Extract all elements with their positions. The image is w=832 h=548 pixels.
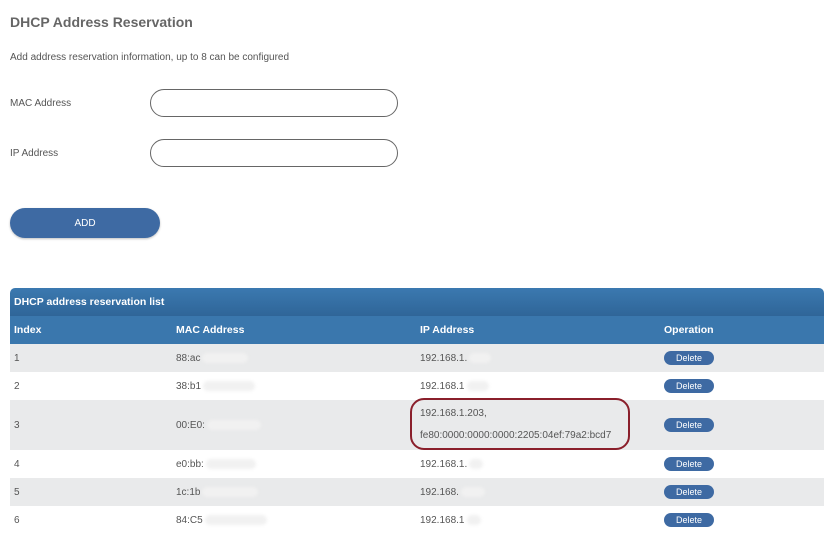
page-title: DHCP Address Reservation bbox=[10, 14, 193, 30]
table-row: 5 1c:1b 192.168. Delete bbox=[10, 478, 824, 506]
page-subtitle: Add address reservation information, up … bbox=[10, 52, 290, 63]
row-operation: Delete bbox=[660, 418, 820, 432]
row-operation: Delete bbox=[660, 485, 820, 499]
delete-button[interactable]: Delete bbox=[664, 513, 714, 527]
row-operation: Delete bbox=[660, 513, 820, 527]
column-header-index: Index bbox=[14, 324, 42, 336]
delete-button[interactable]: Delete bbox=[664, 379, 714, 393]
table-row: 3 00:E0: 192.168.1.203, fe80:0000:0000:0… bbox=[10, 400, 824, 450]
table-header: Index MAC Address IP Address Operation bbox=[10, 316, 824, 344]
table-row: 6 84:C5 192.168.1 Delete bbox=[10, 506, 824, 534]
ipv4-value: 192.168.1.203, bbox=[420, 408, 487, 419]
ip-value: 192.168.1. bbox=[420, 352, 468, 364]
row-mac: 38:b1 bbox=[172, 381, 416, 392]
row-index: 5 bbox=[14, 486, 20, 498]
redacted-mask bbox=[204, 514, 267, 525]
redacted-mask bbox=[469, 458, 484, 469]
ip-address-input[interactable] bbox=[150, 139, 398, 167]
ip-address-label: IP Address bbox=[10, 148, 59, 159]
ipv6-value: fe80:0000:0000:0000:2205:04ef:79a2:bcd7 bbox=[420, 430, 612, 441]
table-row: 4 e0:bb: 192.168.1. Delete bbox=[10, 450, 824, 478]
redacted-mask bbox=[203, 380, 256, 391]
add-button[interactable]: ADD bbox=[10, 208, 160, 238]
table-row: 1 88:ac 192.168.1. Delete bbox=[10, 344, 824, 372]
row-mac: 00:E0: bbox=[172, 420, 416, 431]
redacted-mask bbox=[202, 486, 259, 497]
table-caption: DHCP address reservation list bbox=[10, 288, 824, 316]
row-ip: 192.168.1. bbox=[416, 353, 660, 364]
ip-value: 192.168.1 bbox=[420, 380, 465, 392]
mac-value: 84:C5 bbox=[176, 514, 203, 526]
delete-button[interactable]: Delete bbox=[664, 351, 714, 365]
redacted-mask bbox=[466, 514, 481, 525]
redacted-mask bbox=[469, 352, 492, 363]
mac-value: 88:ac bbox=[176, 352, 201, 364]
ip-value: 192.168.1 bbox=[420, 514, 465, 526]
row-ip: 192.168. bbox=[416, 487, 660, 498]
row-ip: 192.168.1 bbox=[416, 515, 660, 526]
row-mac: 1c:1b bbox=[172, 487, 416, 498]
row-operation: Delete bbox=[660, 457, 820, 471]
column-header-ip: IP Address bbox=[420, 324, 475, 336]
table-row: 2 38:b1 192.168.1 Delete bbox=[10, 372, 824, 400]
mac-value: 00:E0: bbox=[176, 419, 205, 431]
mac-value: 38:b1 bbox=[176, 380, 202, 392]
column-header-mac: MAC Address bbox=[176, 324, 245, 336]
row-operation: Delete bbox=[660, 351, 820, 365]
redacted-mask bbox=[205, 458, 256, 469]
row-ip: 192.168.1 bbox=[416, 381, 660, 392]
row-index: 3 bbox=[14, 419, 20, 431]
row-index: 6 bbox=[14, 514, 20, 526]
ip-value: 192.168. bbox=[420, 486, 459, 498]
row-mac: 84:C5 bbox=[172, 515, 416, 526]
row-index: 4 bbox=[14, 458, 20, 470]
mac-address-input[interactable] bbox=[150, 89, 398, 117]
row-ip: 192.168.1.203, fe80:0000:0000:0000:2205:… bbox=[416, 403, 660, 447]
delete-button[interactable]: Delete bbox=[664, 485, 714, 499]
row-ip: 192.168.1. bbox=[416, 459, 660, 470]
mac-address-label: MAC Address bbox=[10, 98, 72, 109]
row-index: 2 bbox=[14, 380, 20, 392]
mac-value: e0:bb: bbox=[176, 458, 204, 470]
ip-value: 192.168.1. bbox=[420, 458, 468, 470]
redacted-mask bbox=[202, 352, 249, 363]
redacted-mask bbox=[466, 380, 489, 391]
reservation-table: DHCP address reservation list Index MAC … bbox=[10, 288, 824, 534]
row-mac: 88:ac bbox=[172, 353, 416, 364]
delete-button[interactable]: Delete bbox=[664, 418, 714, 432]
redacted-mask bbox=[460, 486, 485, 497]
redacted-mask bbox=[206, 419, 261, 430]
delete-button[interactable]: Delete bbox=[664, 457, 714, 471]
row-index: 1 bbox=[14, 352, 20, 364]
row-mac: e0:bb: bbox=[172, 459, 416, 470]
mac-value: 1c:1b bbox=[176, 486, 201, 498]
row-operation: Delete bbox=[660, 379, 820, 393]
column-header-operation: Operation bbox=[664, 324, 714, 336]
